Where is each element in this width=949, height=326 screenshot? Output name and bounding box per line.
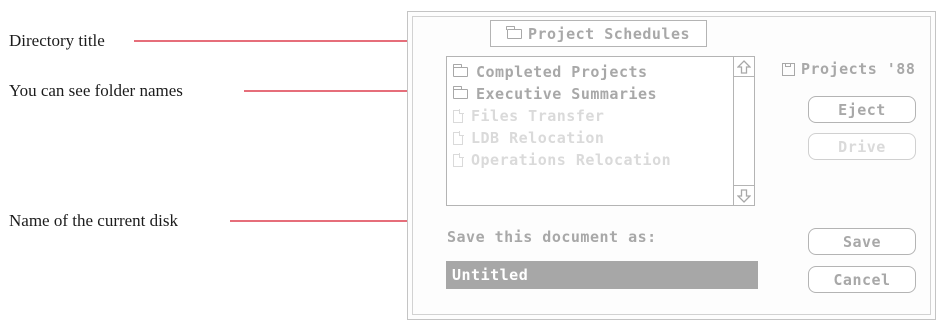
folder-icon	[452, 86, 468, 99]
scroll-up-button[interactable]	[734, 57, 754, 77]
list-item-label: Operations Relocation	[471, 151, 672, 169]
callout-current-disk: Name of the current disk	[9, 211, 178, 230]
list-item-document: LDB Relocation	[453, 127, 671, 149]
directory-title: Project Schedules	[527, 24, 691, 43]
list-item-label: LDB Relocation	[471, 129, 605, 147]
save-prompt-label: Save this document as:	[447, 228, 657, 246]
list-item-label: Completed Projects	[476, 63, 648, 81]
filename-value: Untitled	[452, 266, 529, 284]
cancel-button[interactable]: Cancel	[808, 266, 916, 293]
callout-directory-title: Directory title	[9, 31, 105, 50]
current-disk: Projects '88	[782, 60, 915, 78]
disk-name-label: Projects '88	[801, 60, 916, 78]
file-list-scrollbar[interactable]	[734, 56, 755, 206]
document-icon	[453, 109, 464, 123]
eject-button[interactable]: Eject	[808, 96, 916, 123]
disk-icon	[782, 62, 795, 76]
save-button[interactable]: Save	[808, 228, 916, 255]
list-item-folder[interactable]: Executive Summaries	[452, 83, 671, 105]
list-item-document: Operations Relocation	[453, 149, 671, 171]
up-arrow-icon	[737, 59, 751, 74]
cancel-button-label: Cancel	[833, 270, 891, 289]
folder-icon	[452, 64, 468, 77]
folder-icon	[506, 25, 522, 39]
document-icon	[453, 153, 464, 167]
down-arrow-icon	[737, 188, 751, 203]
filename-field[interactable]: Untitled	[446, 261, 758, 289]
drive-button[interactable]: Drive	[808, 133, 916, 160]
list-item-label: Executive Summaries	[476, 85, 658, 103]
callout-folder-names: You can see folder names	[9, 81, 183, 100]
document-icon	[453, 131, 464, 145]
drive-button-label: Drive	[838, 137, 886, 156]
eject-button-label: Eject	[838, 100, 886, 119]
list-item-folder[interactable]: Completed Projects	[452, 61, 671, 83]
list-item-document: Files Transfer	[453, 105, 671, 127]
list-item-label: Files Transfer	[471, 107, 605, 125]
save-button-label: Save	[842, 232, 882, 251]
directory-popup[interactable]: Project Schedules	[490, 20, 707, 47]
file-list[interactable]: Completed Projects Executive Summaries F…	[446, 56, 734, 206]
scroll-down-button[interactable]	[734, 185, 754, 205]
